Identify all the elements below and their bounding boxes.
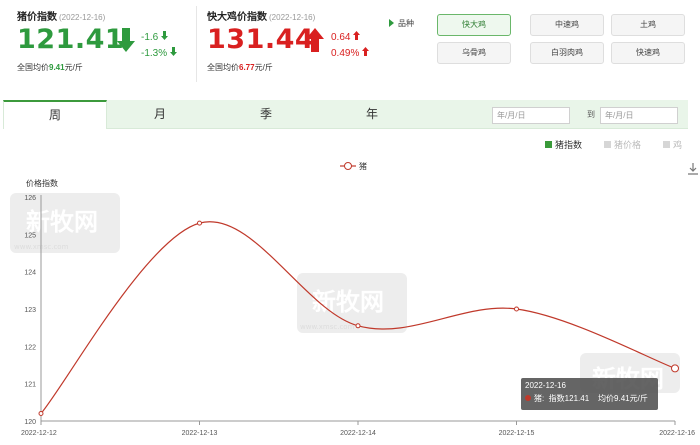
pig-index-date: (2022-12-16): [59, 13, 106, 22]
chicken-change-pct: 0.49%: [331, 47, 370, 59]
y-tick-label: 121: [24, 382, 36, 389]
small-up-arrow-icon: [353, 31, 361, 40]
variety-option-wuguji[interactable]: 乌骨鸡: [437, 42, 511, 64]
chicken-national-avg: 全国均价6.77元/斤: [207, 63, 273, 72]
chicken-index-title: 快大鸡价指数 (2022-12-16): [207, 12, 316, 23]
toggle-pig-price[interactable]: 猪价格: [604, 138, 641, 151]
triangle-right-icon: [389, 19, 394, 27]
watermark-text: 新牧网: [26, 208, 98, 236]
variety-option-tuji[interactable]: 土鸡: [611, 14, 685, 36]
divider: [196, 6, 197, 82]
small-up-arrow-icon: [362, 47, 370, 56]
variety-option-baiyurouji[interactable]: 白羽肉鸡: [530, 42, 604, 64]
date-range-to-label: 到: [587, 110, 595, 119]
y-axis-label: 价格指数: [26, 178, 58, 188]
watermark-subtext: www.xmsc.com: [300, 323, 355, 331]
chart-legend[interactable]: 猪: [340, 161, 367, 171]
variety-label: 品种: [389, 18, 414, 29]
x-tick-label: 2022-12-15: [499, 430, 535, 437]
y-tick-label: 124: [24, 270, 36, 277]
data-point[interactable]: [197, 220, 202, 226]
small-down-arrow-icon: [161, 31, 169, 40]
tooltip-date: 2022-12-16: [525, 381, 566, 390]
chicken-index-value: 131.44: [207, 24, 315, 55]
chicken-change-abs: 0.64: [331, 31, 361, 43]
x-ticks: 2022-12-12 2022-12-13 2022-12-14 2022-12-15…: [21, 421, 695, 437]
watermark-text: 新牧网: [312, 288, 384, 316]
tab-week[interactable]: 周: [3, 100, 107, 129]
variety-option-kuaisuji[interactable]: 快速鸡: [611, 42, 685, 64]
tooltip-row: 猪: 指数121.41 均价9.41元/斤: [525, 393, 654, 404]
grey-square-icon: [604, 141, 611, 148]
tab-month[interactable]: 月: [107, 100, 213, 129]
x-tick-label: 2022-12-16: [659, 430, 695, 437]
end-date-input[interactable]: 年/月/日: [600, 107, 678, 124]
tooltip-dot-icon: [525, 395, 531, 401]
y-tick-label: 120: [24, 419, 36, 426]
index-summary: 猪价指数 (2022-12-16) 121.41 -1.6 -1.3% 全国均价9…: [0, 0, 700, 92]
y-tick-label: 126: [24, 195, 36, 202]
tab-quarter[interactable]: 季: [213, 100, 319, 129]
pig-national-avg: 全国均价9.41元/斤: [17, 63, 83, 72]
chart-tooltip: 2022-12-16 猪: 指数121.41 均价9.41元/斤: [521, 378, 658, 410]
toggle-pig-index[interactable]: 猪指数: [545, 138, 582, 151]
pig-change-abs: -1.6: [141, 31, 169, 43]
green-square-icon: [545, 141, 552, 148]
toggle-chicken[interactable]: 鸡: [663, 138, 682, 151]
pig-index-value: 121.41: [17, 24, 125, 55]
x-tick-label: 2022-12-14: [340, 430, 376, 437]
data-point[interactable]: [671, 364, 679, 373]
y-tick-label: 125: [24, 232, 36, 239]
pig-change-pct: -1.3%: [141, 47, 177, 59]
up-arrow-icon: [306, 28, 324, 52]
chicken-index-date: (2022-12-16): [269, 13, 316, 22]
down-arrow-icon: [117, 28, 135, 52]
small-down-arrow-icon: [169, 47, 177, 56]
y-tick-label: 122: [24, 344, 36, 351]
variety-option-zhongsuji[interactable]: 中速鸡: [530, 14, 604, 36]
data-point[interactable]: [38, 411, 44, 417]
grey-square-icon: [663, 141, 670, 148]
tab-year[interactable]: 年: [319, 100, 425, 129]
period-tabs: 周 月 季 年 年/月/日 到 年/月/日: [3, 100, 688, 129]
legend-label: 猪: [359, 161, 367, 171]
x-tick-label: 2022-12-13: [182, 430, 218, 437]
data-point[interactable]: [355, 323, 361, 329]
watermark: 新牧网 www.xmsc.com: [10, 193, 120, 253]
pig-index-title: 猪价指数 (2022-12-16): [17, 12, 106, 23]
chicken-index-panel: 快大鸡价指数 (2022-12-16) 131.44 0.64 0.49% 全国均…: [207, 0, 382, 88]
data-point[interactable]: [514, 306, 519, 312]
variety-option-kuaidaji[interactable]: 快大鸡: [437, 14, 511, 36]
start-date-input[interactable]: 年/月/日: [492, 107, 570, 124]
legend-marker-icon: [344, 162, 352, 170]
y-tick-label: 123: [24, 307, 36, 314]
x-tick-label: 2022-12-12: [21, 430, 57, 437]
pig-index-panel: 猪价指数 (2022-12-16) 121.41 -1.6 -1.3% 全国均价9…: [17, 0, 192, 88]
